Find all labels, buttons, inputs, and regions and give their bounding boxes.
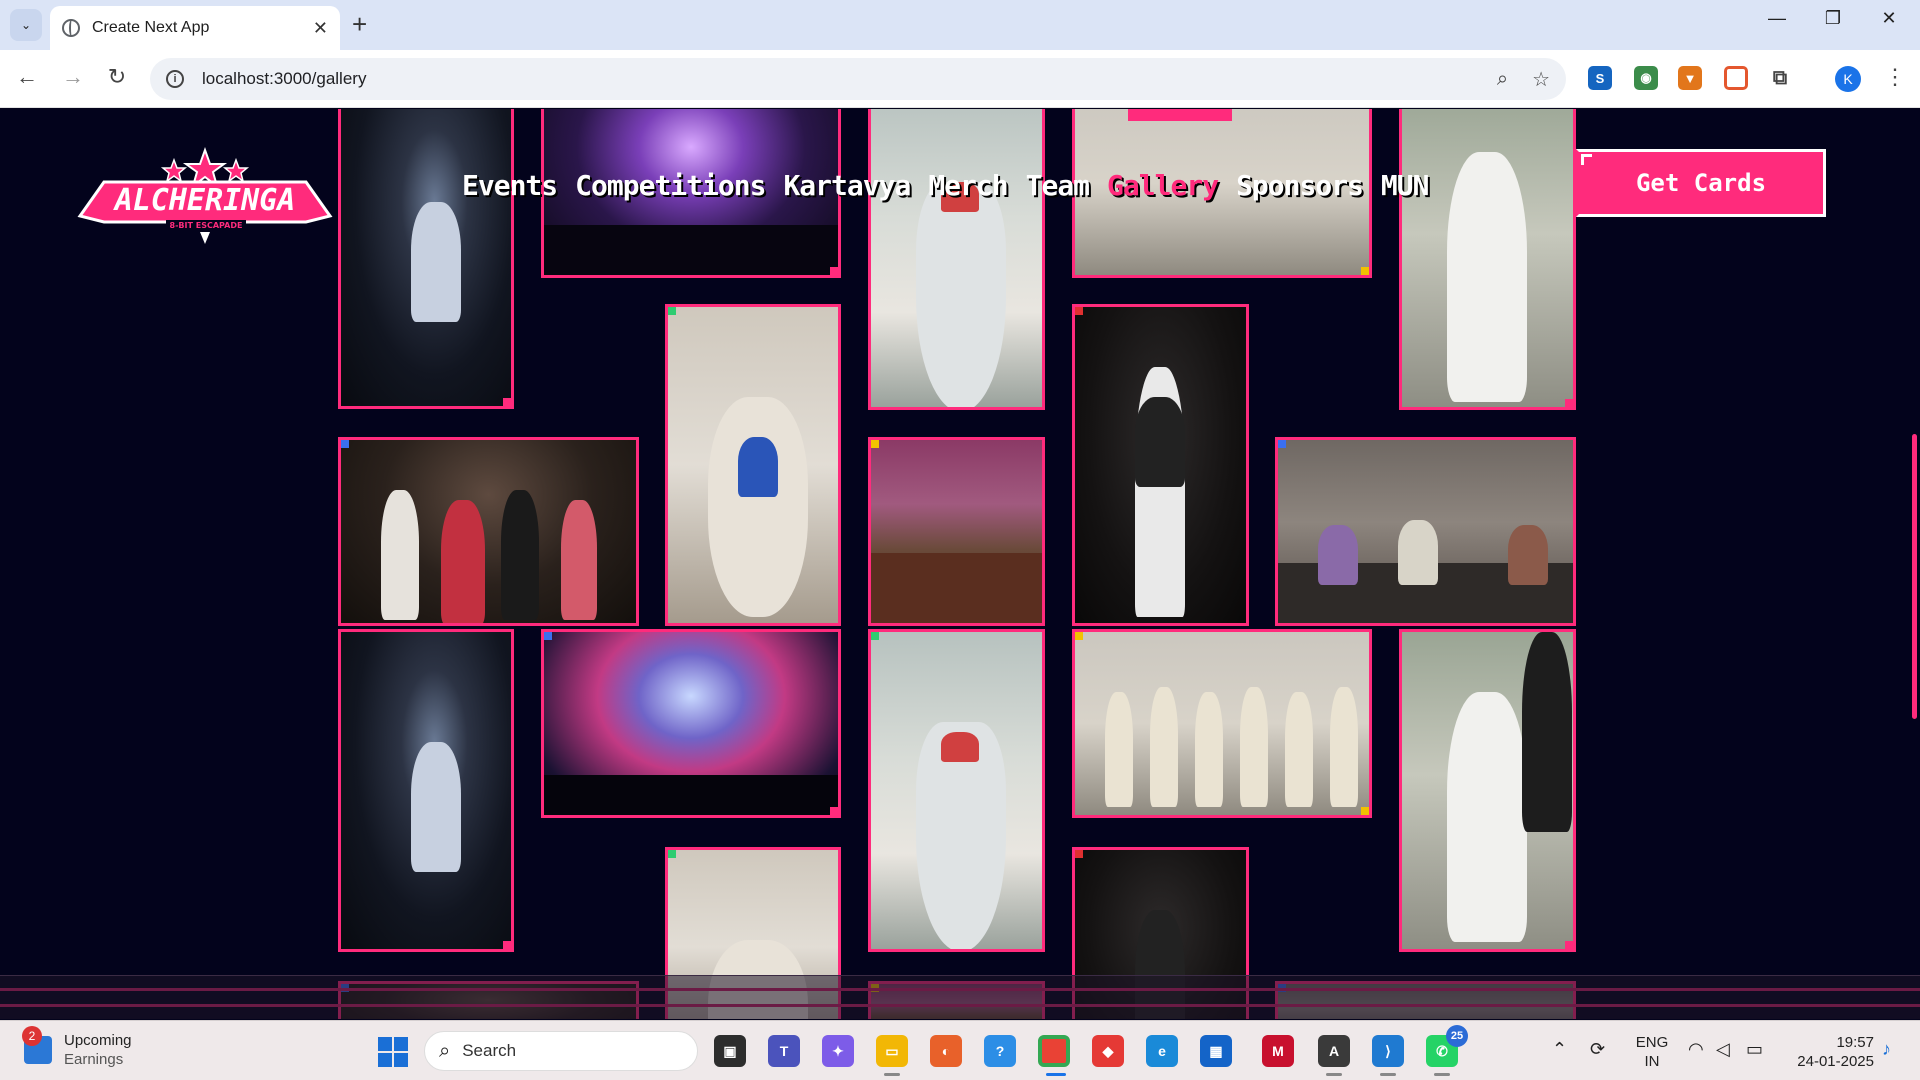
windows-start-icon[interactable] — [378, 1037, 408, 1067]
tab-close-icon[interactable]: ✕ — [313, 18, 328, 39]
search-label: Search — [462, 1041, 517, 1060]
region-code: IN — [1644, 1053, 1660, 1070]
minimize-button[interactable]: — — [1754, 8, 1800, 29]
browser-menu-icon[interactable]: ⋮ — [1884, 64, 1906, 90]
gallery-photo[interactable] — [1399, 109, 1576, 410]
gallery-photo[interactable] — [338, 629, 514, 952]
help-icon[interactable]: ? — [984, 1035, 1016, 1067]
bookmark-star-icon[interactable]: ☆ — [1532, 67, 1550, 92]
alcheringa-logo[interactable]: ALCHERINGA 8-BIT ESCAPADE — [74, 146, 336, 246]
volume-icon[interactable]: ◁ — [1716, 1039, 1730, 1060]
get-cards-button[interactable]: Get Cards — [1576, 149, 1826, 217]
extension-s-icon[interactable]: S — [1588, 66, 1612, 90]
weather-widget[interactable]: 2 Upcoming Earnings — [22, 1026, 132, 1069]
browser-toolbar: ← → ↻ i localhost:3000/gallery ⌕ ☆ S ◉ ▼… — [0, 50, 1920, 108]
extensions-puzzle-icon[interactable]: ⧉ — [1768, 66, 1792, 90]
profile-avatar[interactable]: K — [1835, 66, 1861, 92]
clock-date: 24-01-2025 — [1797, 1053, 1874, 1070]
tab-strip: ⌄ Create Next App ✕ + — ❐ ✕ — [0, 0, 1920, 50]
address-bar[interactable]: i localhost:3000/gallery ⌕ ☆ — [150, 58, 1566, 100]
widget-badge: 2 — [22, 1026, 42, 1046]
new-tab-button[interactable]: + — [352, 10, 367, 38]
nav-sponsors[interactable]: Sponsors — [1236, 169, 1364, 202]
browser-tab[interactable]: Create Next App ✕ — [50, 6, 340, 50]
teams-icon[interactable]: T — [768, 1035, 800, 1067]
site-info-icon[interactable]: i — [166, 70, 184, 88]
language-code: ENG — [1635, 1034, 1669, 1051]
gallery-photo[interactable] — [1275, 437, 1576, 626]
clock-time: 19:57 — [1836, 1034, 1874, 1051]
main-nav: Events Competitions Kartavya Merch Team … — [462, 169, 1429, 202]
gallery-photo[interactable] — [1399, 629, 1576, 952]
widget-title: Upcoming — [64, 1032, 132, 1049]
gallery-photo[interactable] — [665, 304, 841, 626]
widget-subtitle: Earnings — [64, 1051, 124, 1068]
chrome-icon[interactable] — [1038, 1035, 1070, 1067]
back-arrow-icon[interactable]: ← — [12, 64, 42, 90]
url-text[interactable]: localhost:3000/gallery — [202, 69, 1473, 89]
metamask-fox-icon[interactable]: ▼ — [1678, 66, 1702, 90]
gallery-photo[interactable] — [868, 629, 1045, 952]
vscode-icon[interactable]: ⟩ — [1372, 1035, 1404, 1067]
nav-events[interactable]: Events — [462, 169, 558, 202]
edge-icon[interactable]: e — [1146, 1035, 1178, 1067]
extension-ring-icon[interactable] — [1724, 66, 1748, 90]
sync-icon[interactable]: ⟳ — [1590, 1039, 1605, 1060]
globe-icon — [62, 19, 80, 37]
search-icon: ⌕ — [439, 1039, 451, 1062]
tab-title: Create Next App — [92, 19, 210, 36]
chevron-up-icon[interactable]: ⌃ — [1552, 1039, 1567, 1060]
nav-mun[interactable]: MUN — [1381, 169, 1430, 202]
stocks-icon: 2 — [22, 1026, 52, 1064]
gallery-photo[interactable] — [338, 109, 514, 409]
copilot-icon[interactable]: ✦ — [822, 1035, 854, 1067]
nav-merch[interactable]: Merch — [928, 169, 1008, 202]
store-icon[interactable]: ▦ — [1200, 1035, 1232, 1067]
nav-kartavya[interactable]: Kartavya — [783, 169, 911, 202]
restore-button[interactable]: ❐ — [1810, 8, 1856, 29]
clock[interactable]: 19:57 24-01-2025 — [1784, 1033, 1874, 1071]
task-view-icon[interactable]: ▣ — [714, 1035, 746, 1067]
file-explorer-icon[interactable]: ▭ — [876, 1035, 908, 1067]
footer-strip — [0, 975, 1920, 1019]
wifi-icon[interactable]: ◠ — [1688, 1039, 1704, 1060]
forward-arrow-icon[interactable]: → — [58, 64, 88, 90]
nav-gallery[interactable]: Gallery — [1107, 169, 1219, 202]
diamond-app-icon[interactable]: ◆ — [1092, 1035, 1124, 1067]
tab-search-chevron-icon[interactable]: ⌄ — [10, 9, 42, 41]
page-scrollbar[interactable] — [1912, 434, 1917, 719]
active-tab-indicator — [1128, 109, 1232, 121]
reload-icon[interactable]: ↻ — [102, 64, 132, 90]
gallery-photo[interactable] — [1072, 304, 1249, 626]
svg-text:8-BIT ESCAPADE: 8-BIT ESCAPADE — [170, 221, 243, 230]
close-window-button[interactable]: ✕ — [1866, 8, 1912, 29]
extension-gamepad-icon[interactable]: ◉ — [1634, 66, 1658, 90]
nav-competitions[interactable]: Competitions — [575, 169, 766, 202]
zoom-icon[interactable]: ⌕ — [1497, 68, 1508, 91]
svg-text:ALCHERINGA: ALCHERINGA — [113, 183, 296, 218]
whatsapp-count: 25 — [1446, 1025, 1468, 1047]
battery-icon[interactable]: ▭ — [1746, 1039, 1763, 1060]
gallery-photo[interactable] — [541, 629, 841, 818]
taskbar-search[interactable]: ⌕ Search — [424, 1031, 698, 1071]
gallery-photo[interactable] — [338, 437, 639, 626]
whatsapp-icon[interactable]: ✆ 25 — [1426, 1025, 1468, 1067]
gallery-page: ALCHERINGA 8-BIT ESCAPADE Events Competi… — [0, 109, 1920, 1019]
nav-team[interactable]: Team — [1026, 169, 1090, 202]
firefox-icon[interactable]: ◐ — [930, 1035, 962, 1067]
windows-taskbar: 2 Upcoming Earnings ⌕ Search ▣ T ✦ ▭ ◐ ?… — [0, 1020, 1920, 1080]
gallery-photo[interactable] — [868, 109, 1045, 410]
language-indicator[interactable]: ENG IN — [1632, 1033, 1672, 1071]
notification-bell-icon[interactable]: ♪ — [1882, 1039, 1891, 1060]
acs-app-icon[interactable]: A — [1318, 1035, 1350, 1067]
mcafee-icon[interactable]: M — [1262, 1035, 1294, 1067]
gallery-photo[interactable] — [1072, 629, 1372, 818]
gallery-photo[interactable] — [868, 437, 1045, 626]
